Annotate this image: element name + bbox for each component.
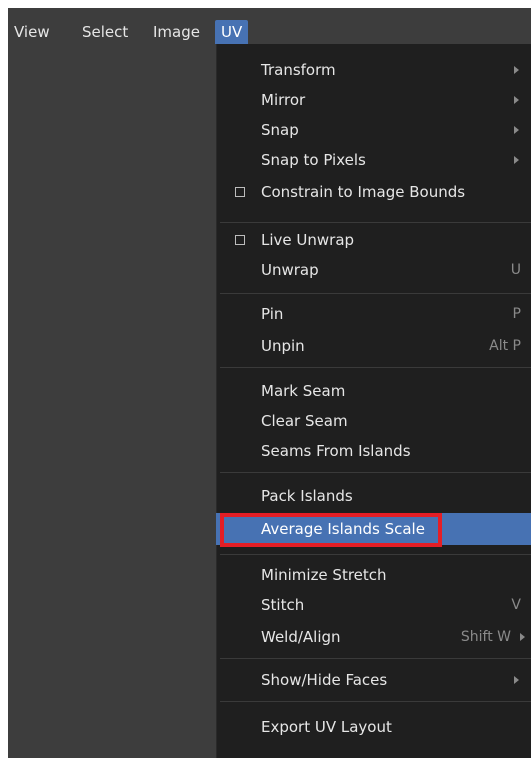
menu-item-label: Stitch [261,596,305,614]
menu-select[interactable]: Select [82,20,128,44]
menu-item-live-unwrap[interactable]: Live Unwrap [216,225,531,255]
menu-item-show-hide-faces[interactable]: Show/Hide Faces [216,665,531,695]
menu-item-label: Show/Hide Faces [261,671,388,689]
menu-item-label: Transform [261,61,336,79]
menu-separator [220,222,531,223]
menu-item-label: Unpin [261,337,305,355]
menu-item-minimize-stretch[interactable]: Minimize Stretch [216,560,531,590]
submenu-arrow-icon [514,66,519,74]
menu-separator [220,701,531,702]
shortcut-label: P [512,306,521,322]
menu-item-snap-to-pixels[interactable]: Snap to Pixels [216,145,531,175]
menu-item-label: Weld/Align [261,628,341,646]
checkbox-icon[interactable] [235,187,245,197]
menu-view[interactable]: View [14,20,50,44]
menu-item-pack-islands[interactable]: Pack Islands [216,481,531,511]
menu-item-seams-from-islands[interactable]: Seams From Islands [216,436,531,466]
menu-item-mark-seam[interactable]: Mark Seam [216,376,531,406]
annotation-highlight-box [220,513,442,547]
menu-item-label: Unwrap [261,261,319,279]
menu-item-label: Mark Seam [261,382,346,400]
menu-separator [220,658,531,659]
menu-item-stitch[interactable]: Stitch V [216,590,531,620]
menu-item-label: Live Unwrap [261,231,355,249]
menu-item-constrain-to-image-bounds[interactable]: Constrain to Image Bounds [216,177,531,207]
menu-item-label: Pack Islands [261,487,353,505]
menu-item-label: Snap [261,121,299,139]
menu-item-export-uv-layout[interactable]: Export UV Layout [216,712,531,742]
shortcut-label: U [510,262,521,278]
shortcut-label: V [511,597,521,613]
menu-item-clear-seam[interactable]: Clear Seam [216,406,531,436]
menu-item-label: Seams From Islands [261,442,411,460]
menu-item-label: Mirror [261,91,306,109]
menu-item-label: Snap to Pixels [261,151,366,169]
submenu-arrow-icon [514,676,519,684]
menu-item-unwrap[interactable]: Unwrap U [216,255,531,285]
menu-item-label: Pin [261,305,284,323]
menu-item-mirror[interactable]: Mirror [216,85,531,115]
shortcut-label: Shift W [460,629,511,645]
menu-item-label: Clear Seam [261,412,348,430]
checkbox-icon[interactable] [235,235,245,245]
menu-item-label: Constrain to Image Bounds [261,183,466,201]
menu-separator [220,554,531,555]
menu-item-pin[interactable]: Pin P [216,299,531,329]
menu-item-snap[interactable]: Snap [216,115,531,145]
menu-item-transform[interactable]: Transform [216,55,531,85]
submenu-arrow-icon [514,156,519,164]
menu-separator [220,367,531,368]
menu-item-label: Export UV Layout [261,718,392,736]
submenu-arrow-icon [514,126,519,134]
menu-separator [220,293,531,294]
menubar: View Select Image UV [8,8,531,46]
submenu-arrow-icon [514,96,519,104]
menu-uv[interactable]: UV [215,20,249,44]
menu-item-label: Minimize Stretch [261,566,387,584]
menu-separator [220,472,531,473]
submenu-arrow-icon [520,633,525,641]
menu-item-unpin[interactable]: Unpin Alt P [216,331,531,361]
shortcut-label: Alt P [489,338,521,354]
menu-image[interactable]: Image [153,20,200,44]
menu-item-weld-align[interactable]: Weld/Align Shift W [216,622,531,652]
